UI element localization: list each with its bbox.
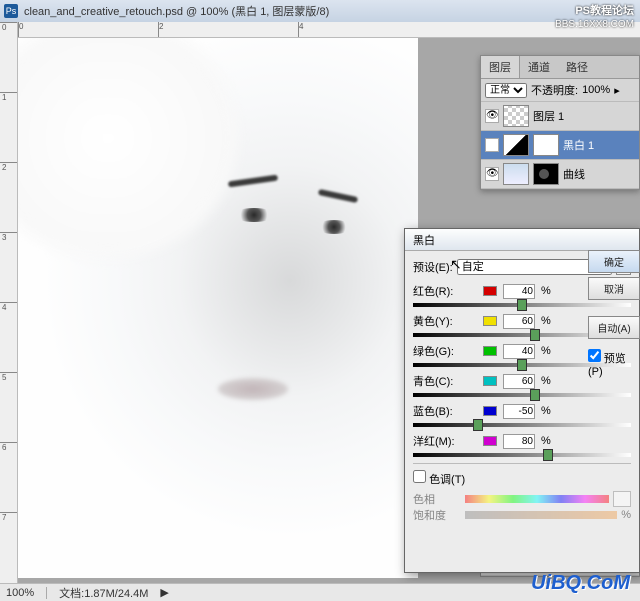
slider-label: 黄色(Y):: [413, 313, 477, 329]
color-swatch: [483, 316, 497, 326]
slider-track[interactable]: [413, 393, 631, 397]
saturation-unit: %: [621, 509, 631, 521]
slider-unit: %: [541, 405, 551, 417]
tint-check-input[interactable]: [413, 470, 426, 483]
slider-value-input[interactable]: [503, 344, 535, 359]
tab-layers[interactable]: 图层: [481, 56, 520, 78]
blend-mode-select[interactable]: 正常: [485, 83, 527, 98]
slider-value-input[interactable]: [503, 374, 535, 389]
slider-label: 洋红(M):: [413, 433, 477, 449]
slider-label: 青色(C):: [413, 373, 477, 389]
eye: [233, 208, 275, 222]
hue-label: 色相: [413, 491, 461, 507]
color-swatch: [483, 376, 497, 386]
layer-row[interactable]: 👁 黑白 1: [481, 131, 639, 160]
slider-label: 红色(R):: [413, 283, 477, 299]
color-slider-row: 蓝色(B): %: [413, 403, 631, 427]
slider-track[interactable]: [413, 453, 631, 457]
visibility-icon[interactable]: 👁: [485, 138, 499, 152]
eye: [316, 220, 352, 234]
status-flyout-icon[interactable]: ▶: [160, 586, 168, 599]
slider-label: 绿色(G):: [413, 343, 477, 359]
watermark: PS教程论坛 BBS.16XX8.COM: [555, 4, 634, 32]
cancel-button[interactable]: 取消: [588, 277, 640, 300]
mask-thumb[interactable]: [533, 163, 559, 185]
slider-value-input[interactable]: [503, 434, 535, 449]
lips: [218, 378, 288, 400]
preview-checkbox[interactable]: 预览(P): [588, 349, 640, 378]
visibility-icon[interactable]: 👁: [485, 109, 499, 123]
mask-thumb[interactable]: [533, 134, 559, 156]
slider-value-input[interactable]: [503, 284, 535, 299]
adjustment-thumb[interactable]: [503, 134, 529, 156]
document-title: clean_and_creative_retouch.psd @ 100% (黑…: [24, 3, 329, 19]
document-canvas[interactable]: [18, 38, 418, 578]
tint-swatch[interactable]: [613, 491, 631, 507]
slider-unit: %: [541, 435, 551, 447]
auto-button[interactable]: 自动(A): [588, 316, 640, 339]
opacity-label: 不透明度:: [531, 82, 578, 98]
slider-unit: %: [541, 285, 551, 297]
color-swatch: [483, 346, 497, 356]
slider-label: 蓝色(B):: [413, 403, 477, 419]
dialog-title: 黑白: [413, 232, 435, 248]
panel-tabs: 图层 通道 路径: [481, 56, 639, 79]
preview-check-input[interactable]: [588, 349, 601, 362]
slider-unit: %: [541, 375, 551, 387]
zoom-level[interactable]: 100%: [6, 587, 34, 599]
document-titlebar: Ps clean_and_creative_retouch.psd @ 100%…: [0, 0, 640, 22]
tab-paths[interactable]: 路径: [558, 56, 596, 78]
layer-row[interactable]: 👁 曲线: [481, 160, 639, 189]
slider-unit: %: [541, 315, 551, 327]
color-slider-row: 洋红(M): %: [413, 433, 631, 457]
layer-name[interactable]: 图层 1: [533, 108, 564, 124]
dialog-titlebar[interactable]: 黑白: [405, 229, 639, 251]
opacity-value[interactable]: 100%: [582, 84, 610, 96]
color-swatch: [483, 406, 497, 416]
color-swatch: [483, 436, 497, 446]
tint-checkbox[interactable]: 色调(T): [413, 474, 465, 486]
slider-thumb[interactable]: [530, 329, 540, 341]
tab-channels[interactable]: 通道: [520, 56, 558, 78]
doc-size[interactable]: 文档:1.87M/24.4M: [59, 585, 148, 601]
layer-name[interactable]: 曲线: [563, 166, 585, 182]
color-swatch: [483, 286, 497, 296]
opacity-flyout-icon[interactable]: ▸: [614, 84, 620, 97]
slider-thumb[interactable]: [543, 449, 553, 461]
saturation-slider[interactable]: [465, 511, 617, 519]
ruler-vertical: 0 1 2 3 4 5 6 7: [0, 22, 18, 583]
layer-thumb[interactable]: [503, 105, 529, 127]
slider-value-input[interactable]: [503, 404, 535, 419]
slider-unit: %: [541, 345, 551, 357]
slider-thumb[interactable]: [473, 419, 483, 431]
layer-row[interactable]: 👁 图层 1: [481, 102, 639, 131]
cursor-icon: ↖: [450, 256, 462, 273]
layers-panel[interactable]: 图层 通道 路径 正常 不透明度: 100% ▸ 👁 图层 1 👁 黑白 1 👁…: [480, 55, 640, 190]
uibq-watermark: UiBQ.CoM: [531, 572, 630, 595]
adjustment-thumb[interactable]: [503, 163, 529, 185]
slider-thumb[interactable]: [517, 299, 527, 311]
slider-thumb[interactable]: [517, 359, 527, 371]
ps-icon: Ps: [4, 4, 18, 18]
layer-name[interactable]: 黑白 1: [563, 137, 594, 153]
ok-button[interactable]: 确定: [588, 250, 640, 273]
preset-label: 预设(E):: [413, 259, 453, 275]
slider-track[interactable]: [413, 423, 631, 427]
slider-value-input[interactable]: [503, 314, 535, 329]
hue-slider[interactable]: [465, 495, 609, 503]
visibility-icon[interactable]: 👁: [485, 167, 499, 181]
slider-thumb[interactable]: [530, 389, 540, 401]
saturation-label: 饱和度: [413, 507, 461, 523]
